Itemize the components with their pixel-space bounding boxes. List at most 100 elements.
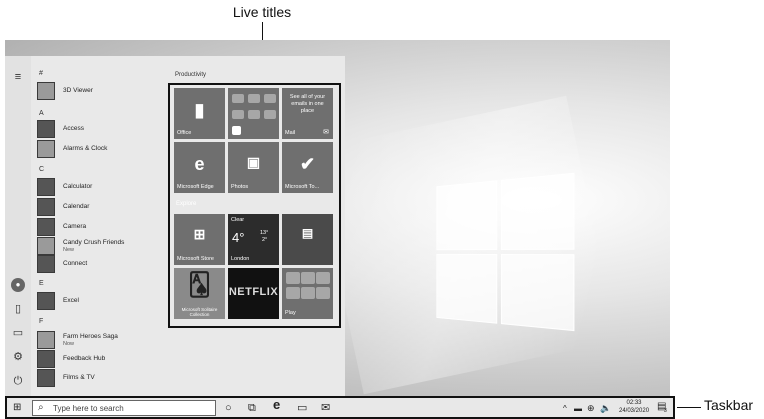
tile-microsoft-store[interactable]: ⊞ Microsoft Store bbox=[174, 214, 225, 265]
section-letter[interactable]: E bbox=[39, 280, 44, 287]
weather-high: 13° bbox=[260, 230, 269, 236]
cortana-circle-icon[interactable]: ○ bbox=[225, 402, 232, 414]
network-icon[interactable]: ⊕ bbox=[587, 402, 595, 414]
mail-taskbar-icon[interactable]: ✉ bbox=[321, 402, 330, 414]
mini-app-icon bbox=[232, 94, 244, 103]
tile-netflix[interactable]: NETFLIX bbox=[228, 268, 279, 319]
mini-app-icon bbox=[248, 94, 260, 103]
app-label: Connect bbox=[63, 260, 88, 267]
task-view-icon[interactable]: ⧉ bbox=[248, 402, 256, 414]
section-letter[interactable]: A bbox=[39, 110, 44, 117]
tile-label: London bbox=[231, 256, 250, 262]
tile-news[interactable]: ▤ bbox=[282, 214, 333, 265]
app-label: Calendar bbox=[63, 203, 90, 210]
cube-icon bbox=[37, 82, 55, 100]
app-item-excel[interactable]: Excel bbox=[37, 292, 172, 310]
tile-weather[interactable]: Clear 4° 13° 2° London bbox=[228, 214, 279, 265]
battery-icon[interactable]: ▬ bbox=[574, 403, 582, 415]
app-item-connect[interactable]: Connect bbox=[37, 255, 172, 273]
mini-app-icon bbox=[301, 287, 315, 299]
logo-pane bbox=[436, 253, 498, 324]
app-item-3d-viewer[interactable]: 3D Viewer bbox=[37, 82, 172, 100]
tile-solitaire[interactable]: 🂡 Microsoft Solitaire Collection bbox=[174, 268, 225, 319]
app-label: Calculator bbox=[63, 183, 93, 190]
volume-icon[interactable]: 🔈 bbox=[600, 402, 611, 414]
windows-logo-wallpaper bbox=[436, 172, 576, 333]
start-windows-icon[interactable]: ⊞ bbox=[13, 402, 21, 414]
group-label-productivity: Productivity bbox=[175, 72, 207, 78]
mail-tile-text: See all of your emails in one place bbox=[289, 94, 326, 114]
tile-microsoft-todo[interactable]: ✔ Microsoft To... bbox=[282, 142, 333, 193]
mini-app-icon bbox=[316, 272, 330, 284]
user-avatar-icon[interactable]: ● bbox=[11, 278, 25, 292]
tile-microsoft-edge[interactable]: e Microsoft Edge bbox=[174, 142, 225, 193]
tile-label: Mail bbox=[285, 130, 296, 136]
connect-icon bbox=[37, 255, 55, 273]
callout-taskbar: Taskbar bbox=[704, 397, 754, 413]
section-letter[interactable]: C bbox=[39, 166, 44, 173]
clock[interactable]: 02:33 24/03/2020 bbox=[619, 399, 649, 415]
app-item-calculator[interactable]: Calculator bbox=[37, 178, 172, 196]
hamburger-menu-icon[interactable]: ≡ bbox=[11, 70, 25, 84]
app-sublabel: New bbox=[63, 247, 75, 253]
app-list: # 3D Viewer A Access Alarms & Clock C Ca… bbox=[33, 56, 168, 396]
logo-pane bbox=[500, 172, 575, 250]
app-item-films-tv[interactable]: Films & TV bbox=[37, 369, 172, 387]
tile-play-folder[interactable]: Play bbox=[282, 268, 333, 319]
weather-condition: Clear bbox=[231, 217, 245, 223]
tile-photos[interactable]: ▣ Photos bbox=[228, 142, 279, 193]
chevron-up-icon[interactable]: ^ bbox=[563, 403, 567, 415]
calendar-icon bbox=[37, 198, 55, 216]
excel-icon bbox=[37, 292, 55, 310]
tile-label: Photos bbox=[231, 184, 249, 190]
mini-app-icon bbox=[264, 94, 276, 103]
section-letter[interactable]: # bbox=[39, 70, 43, 77]
app-label: Excel bbox=[63, 297, 79, 304]
app-label: Alarms & Clock bbox=[63, 145, 108, 152]
app-label: Films & TV bbox=[63, 374, 95, 381]
checkmark-icon: ✔ bbox=[299, 154, 316, 174]
search-box[interactable]: ⌕ Type here to search bbox=[32, 400, 216, 416]
farm-icon bbox=[37, 331, 55, 349]
file-explorer-icon[interactable]: ▭ bbox=[297, 402, 307, 414]
app-item-alarms[interactable]: Alarms & Clock bbox=[37, 140, 172, 158]
screenshot: Live titles ≡ ● ▯ ▭ ⚙ ⏻ # 3D Viewer A Ac… bbox=[0, 0, 764, 419]
edge-taskbar-icon[interactable]: e bbox=[273, 398, 280, 411]
app-item-farm-heroes[interactable]: Farm Heroes Saga Now bbox=[37, 331, 172, 349]
calculator-icon bbox=[37, 178, 55, 196]
mini-app-icon bbox=[286, 287, 300, 299]
app-item-calendar[interactable]: Calendar bbox=[37, 198, 172, 216]
app-item-camera[interactable]: Camera bbox=[37, 218, 172, 236]
tile-office-apps-folder[interactable] bbox=[228, 88, 279, 139]
document-icon[interactable]: ▯ bbox=[11, 302, 25, 316]
power-icon[interactable]: ⏻ bbox=[11, 374, 25, 388]
tile-mail[interactable]: See all of your emails in one place Mail… bbox=[282, 88, 333, 139]
tile-label: Play bbox=[285, 310, 296, 316]
app-item-feedback-hub[interactable]: Feedback Hub bbox=[37, 350, 172, 368]
mini-app-icon bbox=[248, 110, 260, 119]
mini-app-icon bbox=[232, 110, 244, 119]
section-letter[interactable]: F bbox=[39, 318, 43, 325]
app-label: Camera bbox=[63, 223, 87, 230]
candy-icon bbox=[37, 237, 55, 255]
tile-label: Microsoft Edge bbox=[177, 184, 214, 190]
app-item-candy-crush[interactable]: Candy Crush Friends New bbox=[37, 237, 172, 255]
callout-live-titles: Live titles bbox=[232, 4, 292, 20]
tile-label: Microsoft To... bbox=[285, 184, 320, 190]
weather-temp: 4° bbox=[232, 230, 245, 245]
tile-office[interactable]: ▮ Office bbox=[174, 88, 225, 139]
notification-count: 3 bbox=[664, 408, 667, 414]
xbox-icon bbox=[316, 287, 330, 299]
edge-icon: e bbox=[194, 154, 205, 174]
callout-line-right bbox=[677, 407, 701, 408]
group-label-explore: Explore bbox=[176, 201, 197, 207]
app-item-access[interactable]: Access bbox=[37, 120, 172, 138]
app-label: Access bbox=[63, 125, 84, 132]
clock-date: 24/03/2020 bbox=[619, 408, 650, 414]
pictures-icon[interactable]: ▭ bbox=[11, 326, 25, 340]
settings-gear-icon[interactable]: ⚙ bbox=[11, 350, 25, 364]
camera-icon bbox=[37, 218, 55, 236]
mini-app-icon bbox=[286, 272, 300, 284]
netflix-logo: NETFLIX bbox=[228, 286, 279, 298]
logo-pane bbox=[436, 180, 498, 251]
